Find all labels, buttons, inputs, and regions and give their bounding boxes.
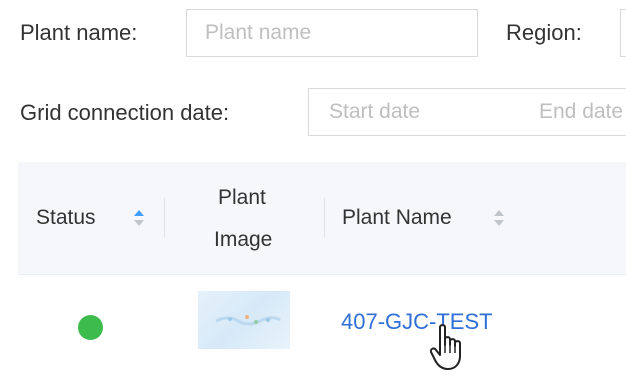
plant-name-label: Plant name: — [20, 20, 138, 45]
plant-name-link[interactable]: 407-GJC-TEST — [341, 307, 493, 337]
table-header: Status Plant Image Plant Name — [18, 162, 626, 275]
table-row: 407-GJC-TEST — [18, 275, 626, 376]
region-label: Region: — [506, 20, 582, 45]
plant-list-page: Plant name: Region: Grid connection date… — [0, 0, 626, 376]
plant-name-sort-caret-icon[interactable] — [493, 209, 505, 227]
grid-connection-date-range[interactable] — [308, 88, 626, 136]
status-dot-icon — [78, 315, 103, 340]
column-separator — [324, 198, 325, 238]
plant-image-column-header-line2: Image — [214, 228, 273, 251]
status-sort-caret-icon[interactable] — [133, 209, 145, 227]
start-date-input[interactable] — [329, 100, 489, 124]
plant-name-input[interactable] — [186, 9, 478, 57]
region-select[interactable] — [620, 9, 626, 57]
end-date-input[interactable] — [539, 100, 626, 124]
plant-image-thumbnail[interactable] — [198, 291, 290, 349]
column-separator — [164, 198, 165, 238]
plant-image-column-header-line1: Plant — [218, 186, 266, 209]
grid-connection-date-label: Grid connection date: — [20, 100, 230, 125]
status-column-header[interactable]: Status — [36, 204, 96, 232]
plant-name-column-header[interactable]: Plant Name — [342, 204, 452, 232]
